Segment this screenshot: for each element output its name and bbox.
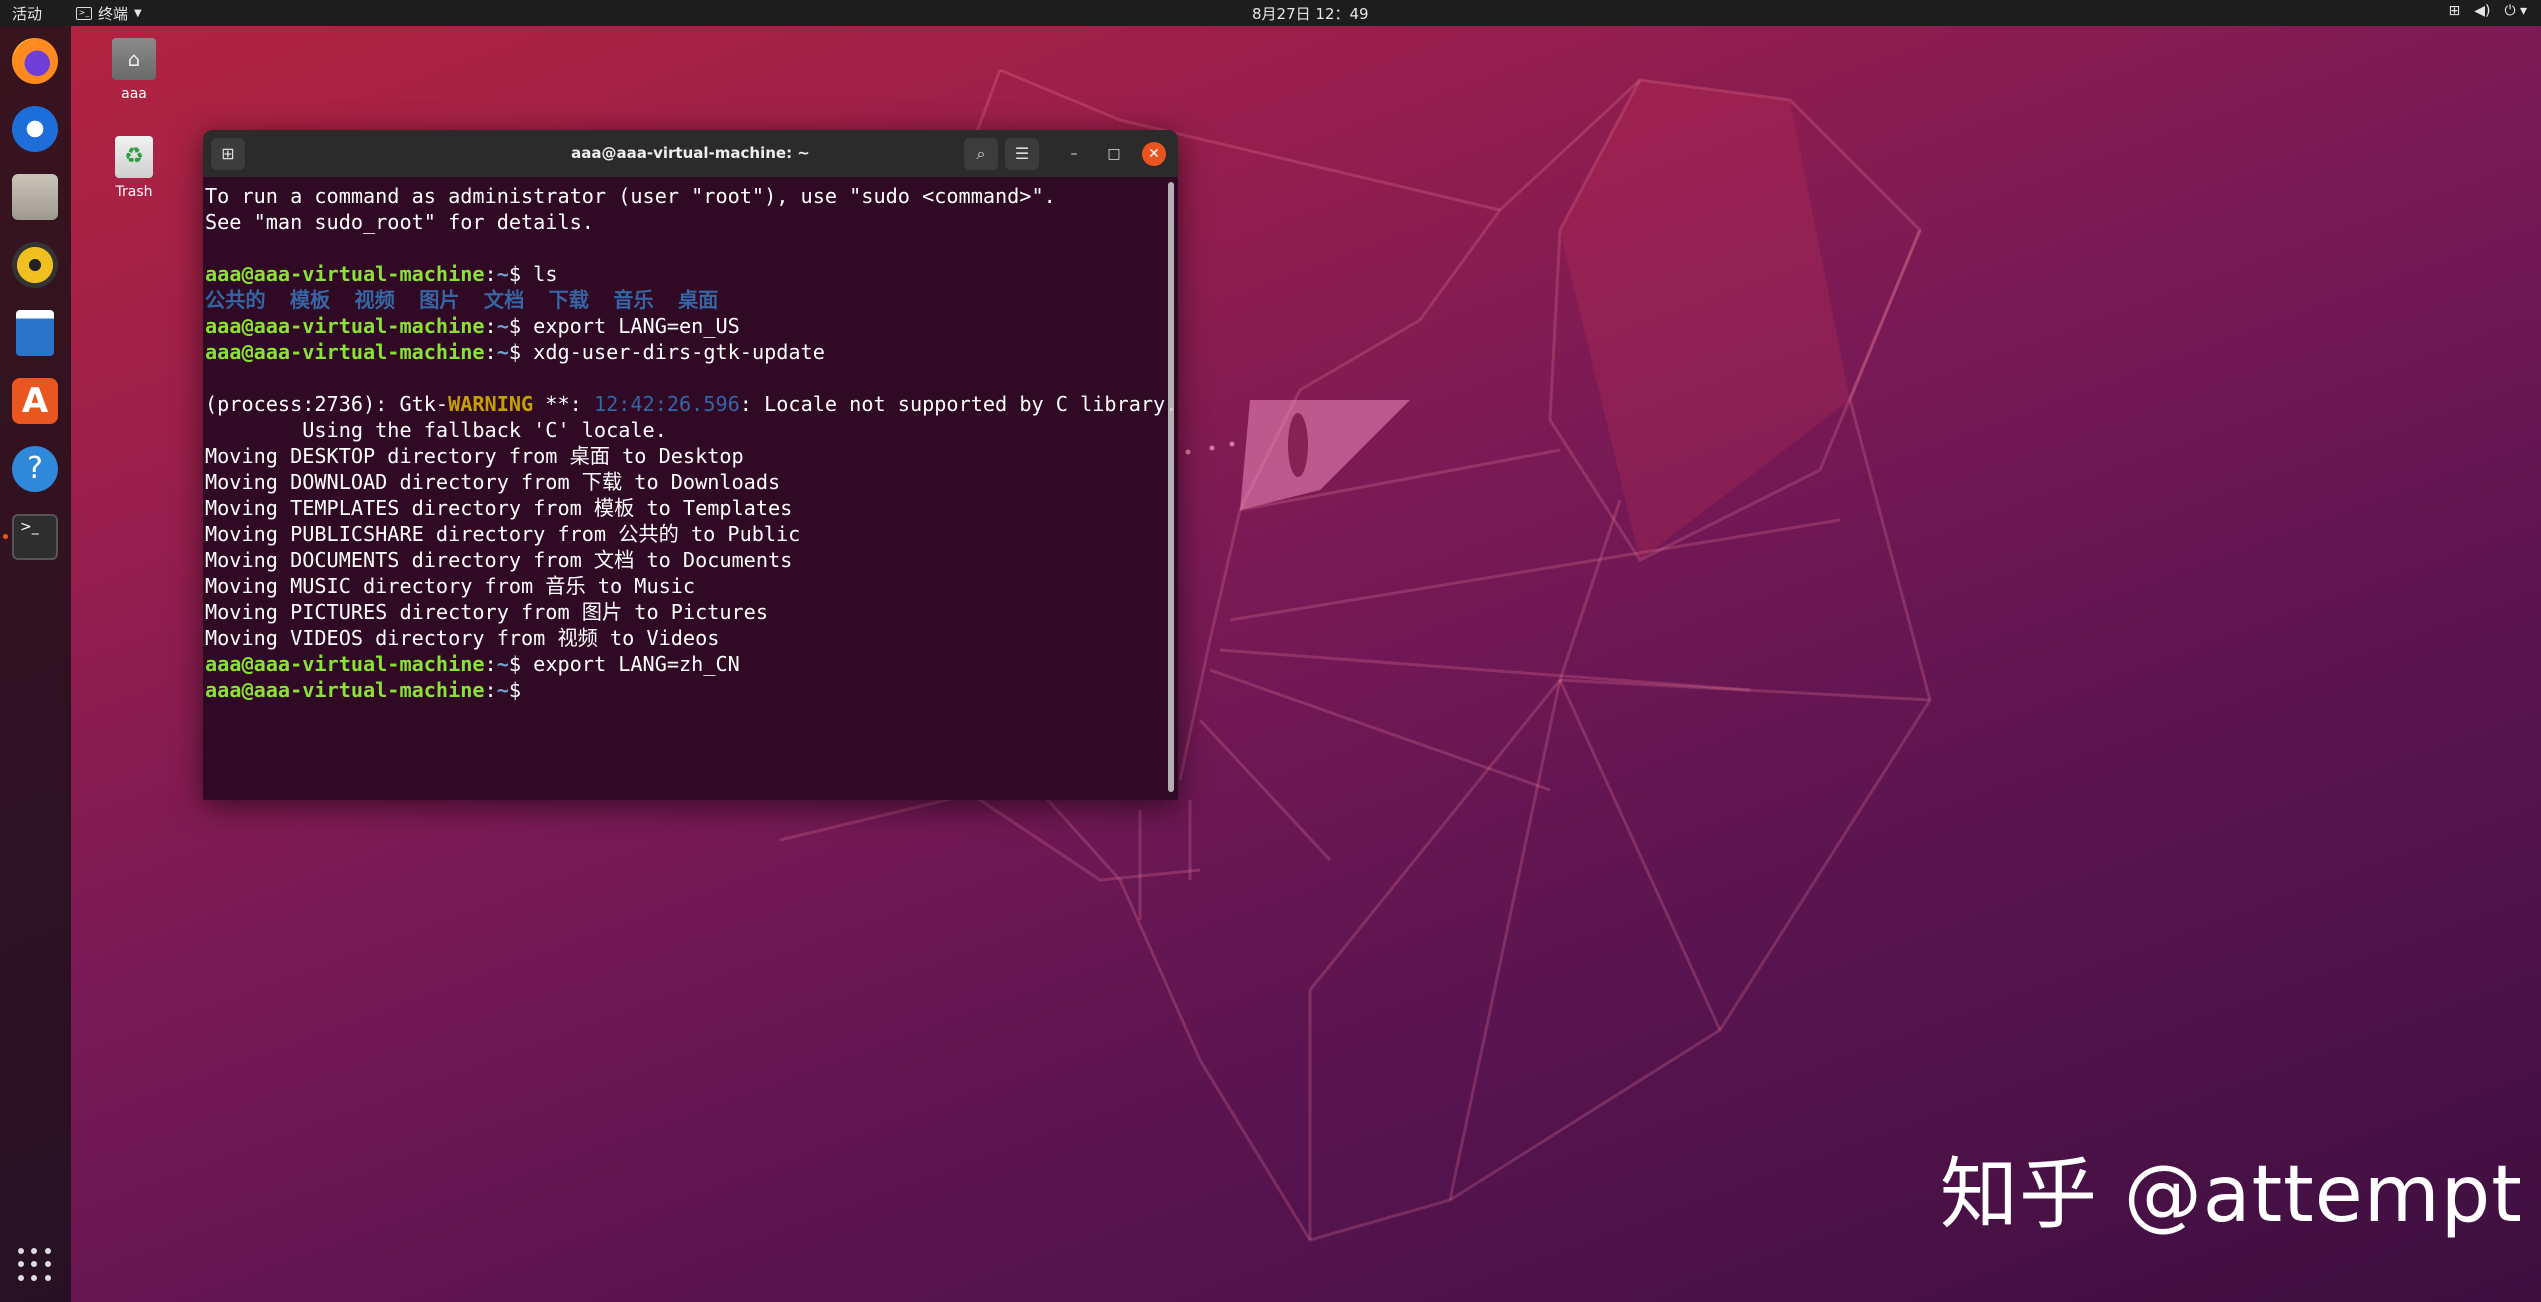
watermark: 知乎 @attempt bbox=[1940, 1150, 2523, 1240]
desktop-icon-trash[interactable]: ♻ Trash bbox=[89, 136, 179, 200]
terminal-icon[interactable]: >_ bbox=[12, 514, 58, 560]
dock: A ? >_ bbox=[0, 26, 71, 1302]
help-icon[interactable]: ? bbox=[12, 446, 58, 492]
software-icon[interactable]: A bbox=[12, 378, 58, 424]
command-text: xdg-user-dirs-gtk-update bbox=[533, 340, 825, 364]
warning-prefix: (process:2736): Gtk- bbox=[205, 392, 449, 416]
output-line: Moving TEMPLATES directory from 模板 to Te… bbox=[205, 496, 793, 520]
warning-stars: **: bbox=[533, 392, 594, 416]
prompt-path: ~ bbox=[496, 652, 509, 676]
home-folder-icon: ⌂ bbox=[112, 38, 156, 80]
output-line: Moving DESKTOP directory from 桌面 to Desk… bbox=[205, 444, 744, 468]
warning-timestamp: 12:42:26.596 bbox=[593, 392, 740, 416]
prompt-path: ~ bbox=[496, 314, 509, 338]
output-line: Moving PICTURES directory from 图片 to Pic… bbox=[205, 600, 768, 624]
terminal-window[interactable]: ⊞ aaa@aaa-virtual-machine: ~ ⌕ ☰ – □ ✕ T… bbox=[203, 130, 1178, 800]
files-icon[interactable] bbox=[12, 174, 58, 220]
power-icon[interactable]: ⏻ ▾ bbox=[2504, 3, 2527, 19]
app-menu[interactable]: >_ 终端 ▼ bbox=[76, 3, 142, 24]
output-line: See "man sudo_root" for details. bbox=[205, 210, 594, 234]
output-line: Moving DOCUMENTS directory from 文档 to Do… bbox=[205, 548, 793, 572]
output-line: Using the fallback 'C' locale. bbox=[205, 418, 667, 442]
scrollbar[interactable] bbox=[1168, 182, 1174, 792]
activities-button[interactable]: 活动 bbox=[12, 3, 42, 24]
prompt-path: ~ bbox=[496, 340, 509, 364]
system-tray[interactable]: ⊞ ◀) ⏻ ▾ bbox=[2448, 3, 2527, 19]
warning-message: : Locale not supported by C library. bbox=[739, 392, 1178, 416]
chevron-down-icon: ▼ bbox=[134, 8, 142, 19]
menu-button[interactable]: ☰ bbox=[1005, 138, 1039, 170]
ls-output: 公共的 模板 视频 图片 文档 下载 音乐 桌面 bbox=[205, 288, 719, 312]
command-text: ls bbox=[533, 262, 558, 286]
top-bar: 活动 >_ 终端 ▼ 8月27日 12：49 ⊞ ◀) ⏻ ▾ bbox=[0, 0, 2541, 26]
prompt-user: aaa@aaa-virtual-machine bbox=[205, 340, 485, 364]
output-line: To run a command as administrator (user … bbox=[205, 184, 1056, 208]
prompt-path: ~ bbox=[496, 262, 509, 286]
thunderbird-icon[interactable] bbox=[12, 106, 58, 152]
prompt-user: aaa@aaa-virtual-machine bbox=[205, 652, 485, 676]
command-text: export LANG=zh_CN bbox=[533, 652, 740, 676]
terminal-output[interactable]: To run a command as administrator (user … bbox=[203, 177, 1177, 800]
desktop-icon-home[interactable]: ⌂ aaa bbox=[89, 38, 179, 102]
terminal-headerbar[interactable]: ⊞ aaa@aaa-virtual-machine: ~ ⌕ ☰ – □ ✕ bbox=[203, 130, 1178, 177]
close-button[interactable]: ✕ bbox=[1142, 142, 1166, 166]
minimize-button[interactable]: – bbox=[1062, 142, 1086, 166]
output-line: Moving DOWNLOAD directory from 下载 to Dow… bbox=[205, 470, 781, 494]
warning-word: WARNING bbox=[448, 392, 534, 416]
search-button[interactable]: ⌕ bbox=[964, 138, 998, 170]
firefox-icon[interactable] bbox=[12, 38, 58, 84]
clock[interactable]: 8月27日 12：49 bbox=[1252, 3, 1369, 24]
rhythmbox-icon[interactable] bbox=[12, 242, 58, 288]
prompt-user: aaa@aaa-virtual-machine bbox=[205, 314, 485, 338]
show-apps-icon[interactable] bbox=[18, 1248, 52, 1282]
prompt-path: ~ bbox=[496, 678, 509, 702]
output-line: Moving MUSIC directory from 音乐 to Music bbox=[205, 574, 696, 598]
network-icon[interactable]: ⊞ bbox=[2448, 3, 2460, 19]
terminal-small-icon: >_ bbox=[76, 7, 92, 20]
trash-icon: ♻ bbox=[115, 136, 153, 178]
maximize-button[interactable]: □ bbox=[1102, 142, 1126, 166]
app-menu-label: 终端 bbox=[98, 5, 129, 23]
running-indicator bbox=[3, 534, 8, 539]
prompt-user: aaa@aaa-virtual-machine bbox=[205, 262, 485, 286]
prompt-user: aaa@aaa-virtual-machine bbox=[205, 678, 485, 702]
volume-icon[interactable]: ◀) bbox=[2474, 3, 2490, 19]
output-line: Moving PUBLICSHARE directory from 公共的 to… bbox=[205, 522, 801, 546]
desktop-icon-label: Trash bbox=[115, 184, 153, 200]
output-line: Moving VIDEOS directory from 视频 to Video… bbox=[205, 626, 720, 650]
command-text: export LANG=en_US bbox=[533, 314, 740, 338]
writer-icon[interactable] bbox=[16, 310, 54, 356]
desktop-icon-label: aaa bbox=[121, 86, 147, 102]
